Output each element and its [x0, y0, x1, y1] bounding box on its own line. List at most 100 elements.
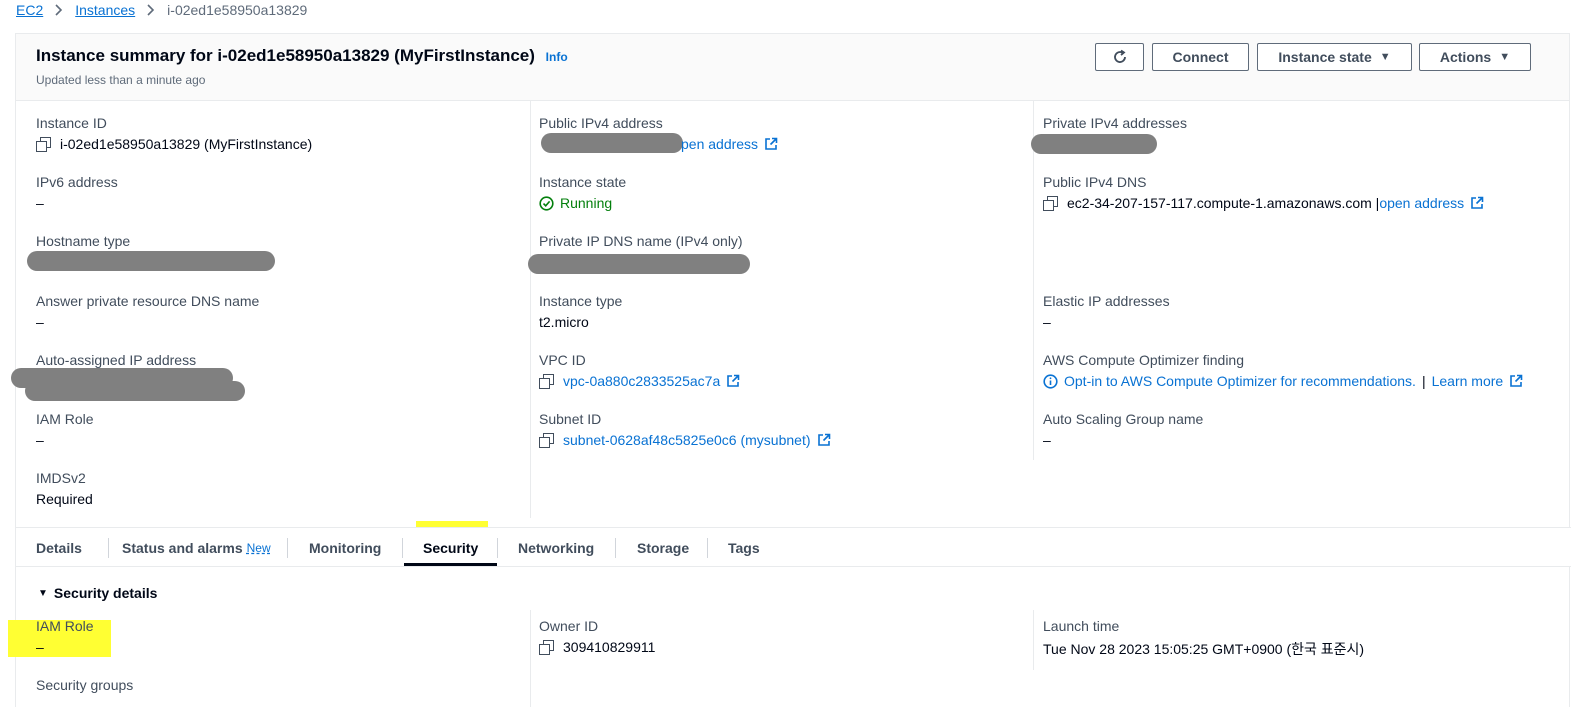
security-iam-role-value: –	[36, 639, 44, 655]
answer-dns-value: –	[36, 314, 44, 330]
tab-label: Networking	[518, 539, 595, 556]
copy-icon[interactable]	[539, 640, 554, 655]
open-address-link[interactable]: pen address	[681, 136, 758, 152]
tab-monitoring[interactable]: Monitoring	[309, 528, 381, 567]
column-divider	[530, 610, 531, 707]
caret-down-icon: ▼	[1379, 51, 1391, 63]
breadcrumb: EC2 Instances i-02ed1e58950a13829	[16, 0, 307, 20]
field-label: Auto Scaling Group name	[1043, 411, 1204, 427]
tab-status-and-alarms[interactable]: Status and alarms New	[122, 528, 271, 567]
instance-id-value: i-02ed1e58950a13829 (MyFirstInstance)	[60, 136, 313, 152]
updated-text: Updated less than a minute ago	[36, 73, 206, 87]
imdsv2-value: Required	[36, 491, 93, 507]
field-label: Private IP DNS name (IPv4 only)	[539, 233, 743, 249]
info-circle-icon	[1043, 373, 1058, 389]
tab-label: Monitoring	[309, 539, 382, 556]
copy-icon[interactable]	[36, 137, 51, 152]
instance-state-button[interactable]: Instance state ▼	[1257, 43, 1412, 71]
column-divider	[1033, 100, 1034, 460]
new-badge: New	[246, 540, 271, 555]
copy-icon[interactable]	[539, 374, 554, 389]
learn-more-link[interactable]: Learn more	[1432, 373, 1504, 389]
field-auto-ip: Auto-assigned IP address	[36, 352, 196, 368]
field-label: VPC ID	[539, 352, 586, 368]
field-launch-time: Launch time Tue Nov 28 2023 15:05:25 GMT…	[1043, 618, 1364, 659]
field-owner-id: Owner ID 309410829911	[539, 618, 655, 655]
redacted-value	[25, 381, 245, 401]
tab-divider	[497, 538, 498, 558]
optimizer-opt-in-link[interactable]: Opt-in to AWS Compute Optimizer for reco…	[1064, 373, 1416, 389]
external-link-icon	[727, 374, 740, 387]
field-label: Instance state	[539, 174, 627, 190]
public-ipv4-open-address[interactable]: pen address	[681, 136, 778, 152]
refresh-button[interactable]	[1095, 43, 1144, 71]
tab-bar: Details Status and alarms New Monitoring…	[16, 527, 1571, 567]
field-security-iam-role: IAM Role –	[36, 618, 94, 655]
caret-down-icon: ▼	[1499, 51, 1511, 63]
field-label: Owner ID	[539, 618, 599, 634]
field-iam-role: IAM Role –	[36, 411, 94, 448]
chevron-right-icon	[55, 4, 63, 16]
open-address-link[interactable]: open address	[1379, 195, 1464, 211]
field-public-ipv4: Public IPv4 address	[539, 115, 663, 131]
tab-networking[interactable]: Networking	[518, 528, 594, 567]
tab-divider	[402, 538, 403, 558]
field-hostname-type: Hostname type	[36, 233, 130, 249]
ipv6-value: –	[36, 195, 44, 211]
field-optimizer: AWS Compute Optimizer finding Opt-in to …	[1043, 352, 1523, 389]
caret-down-icon: ▼	[38, 587, 48, 599]
redacted-value	[27, 251, 275, 271]
tab-tags[interactable]: Tags	[728, 528, 760, 567]
field-ipv6: IPv6 address –	[36, 174, 118, 211]
field-label: IMDSv2	[36, 470, 86, 486]
field-imdsv2: IMDSv2 Required	[36, 470, 93, 507]
tab-divider	[108, 538, 109, 558]
field-asg: Auto Scaling Group name –	[1043, 411, 1203, 448]
info-link[interactable]: Info	[546, 50, 568, 64]
tab-divider	[287, 538, 288, 558]
external-link-icon	[1471, 196, 1484, 209]
page-title: Instance summary for i-02ed1e58950a13829…	[36, 46, 568, 66]
field-label: Hostname type	[36, 233, 131, 249]
external-link-icon	[1510, 374, 1523, 387]
tab-security[interactable]: Security	[423, 528, 478, 567]
external-link-icon	[765, 137, 778, 150]
tab-label: Storage	[637, 539, 690, 556]
elastic-ip-value: –	[1043, 314, 1051, 330]
security-details-toggle[interactable]: ▼ Security details	[38, 585, 157, 601]
tab-storage[interactable]: Storage	[637, 528, 689, 567]
field-label: Public IPv4 DNS	[1043, 174, 1147, 190]
iam-role-value: –	[36, 432, 44, 448]
breadcrumb-ec2[interactable]: EC2	[16, 2, 43, 18]
field-label: Instance type	[539, 293, 623, 309]
actions-button[interactable]: Actions ▼	[1419, 43, 1531, 71]
tab-details[interactable]: Details	[36, 528, 82, 567]
field-private-ipv4: Private IPv4 addresses	[1043, 115, 1187, 131]
tab-label: Details	[36, 539, 82, 556]
active-tab-indicator	[404, 563, 497, 566]
column-divider	[530, 100, 531, 518]
field-label: Instance ID	[36, 115, 107, 131]
copy-icon[interactable]	[1043, 196, 1058, 211]
section-title: Security details	[53, 585, 158, 601]
field-instance-type: Instance type t2.micro	[539, 293, 622, 330]
external-link-icon	[817, 433, 830, 446]
subnet-id-link[interactable]: subnet-0628af48c5825e0c6 (mysubnet)	[563, 432, 811, 448]
page-title-text: Instance summary for i-02ed1e58950a13829…	[36, 46, 535, 65]
launch-time-value: Tue Nov 28 2023 15:05:25 GMT+0900 (한국 표준…	[1043, 641, 1365, 657]
breadcrumb-instances[interactable]: Instances	[75, 2, 135, 18]
field-elastic-ip: Elastic IP addresses –	[1043, 293, 1170, 330]
vpc-id-link[interactable]: vpc-0a880c2833525ac7a	[563, 373, 720, 389]
field-label: IAM Role	[36, 411, 94, 427]
chevron-right-icon	[147, 4, 155, 16]
field-label: IPv6 address	[36, 174, 118, 190]
separator: |	[1421, 373, 1426, 389]
copy-icon[interactable]	[539, 433, 554, 448]
tab-divider	[615, 538, 616, 558]
connect-button[interactable]: Connect	[1152, 43, 1249, 71]
connect-label: Connect	[1172, 49, 1229, 65]
field-label: Launch time	[1043, 618, 1120, 634]
instance-type-value: t2.micro	[539, 314, 589, 330]
field-label: Public IPv4 address	[539, 115, 663, 131]
panel-header: Instance summary for i-02ed1e58950a13829…	[16, 34, 1569, 101]
